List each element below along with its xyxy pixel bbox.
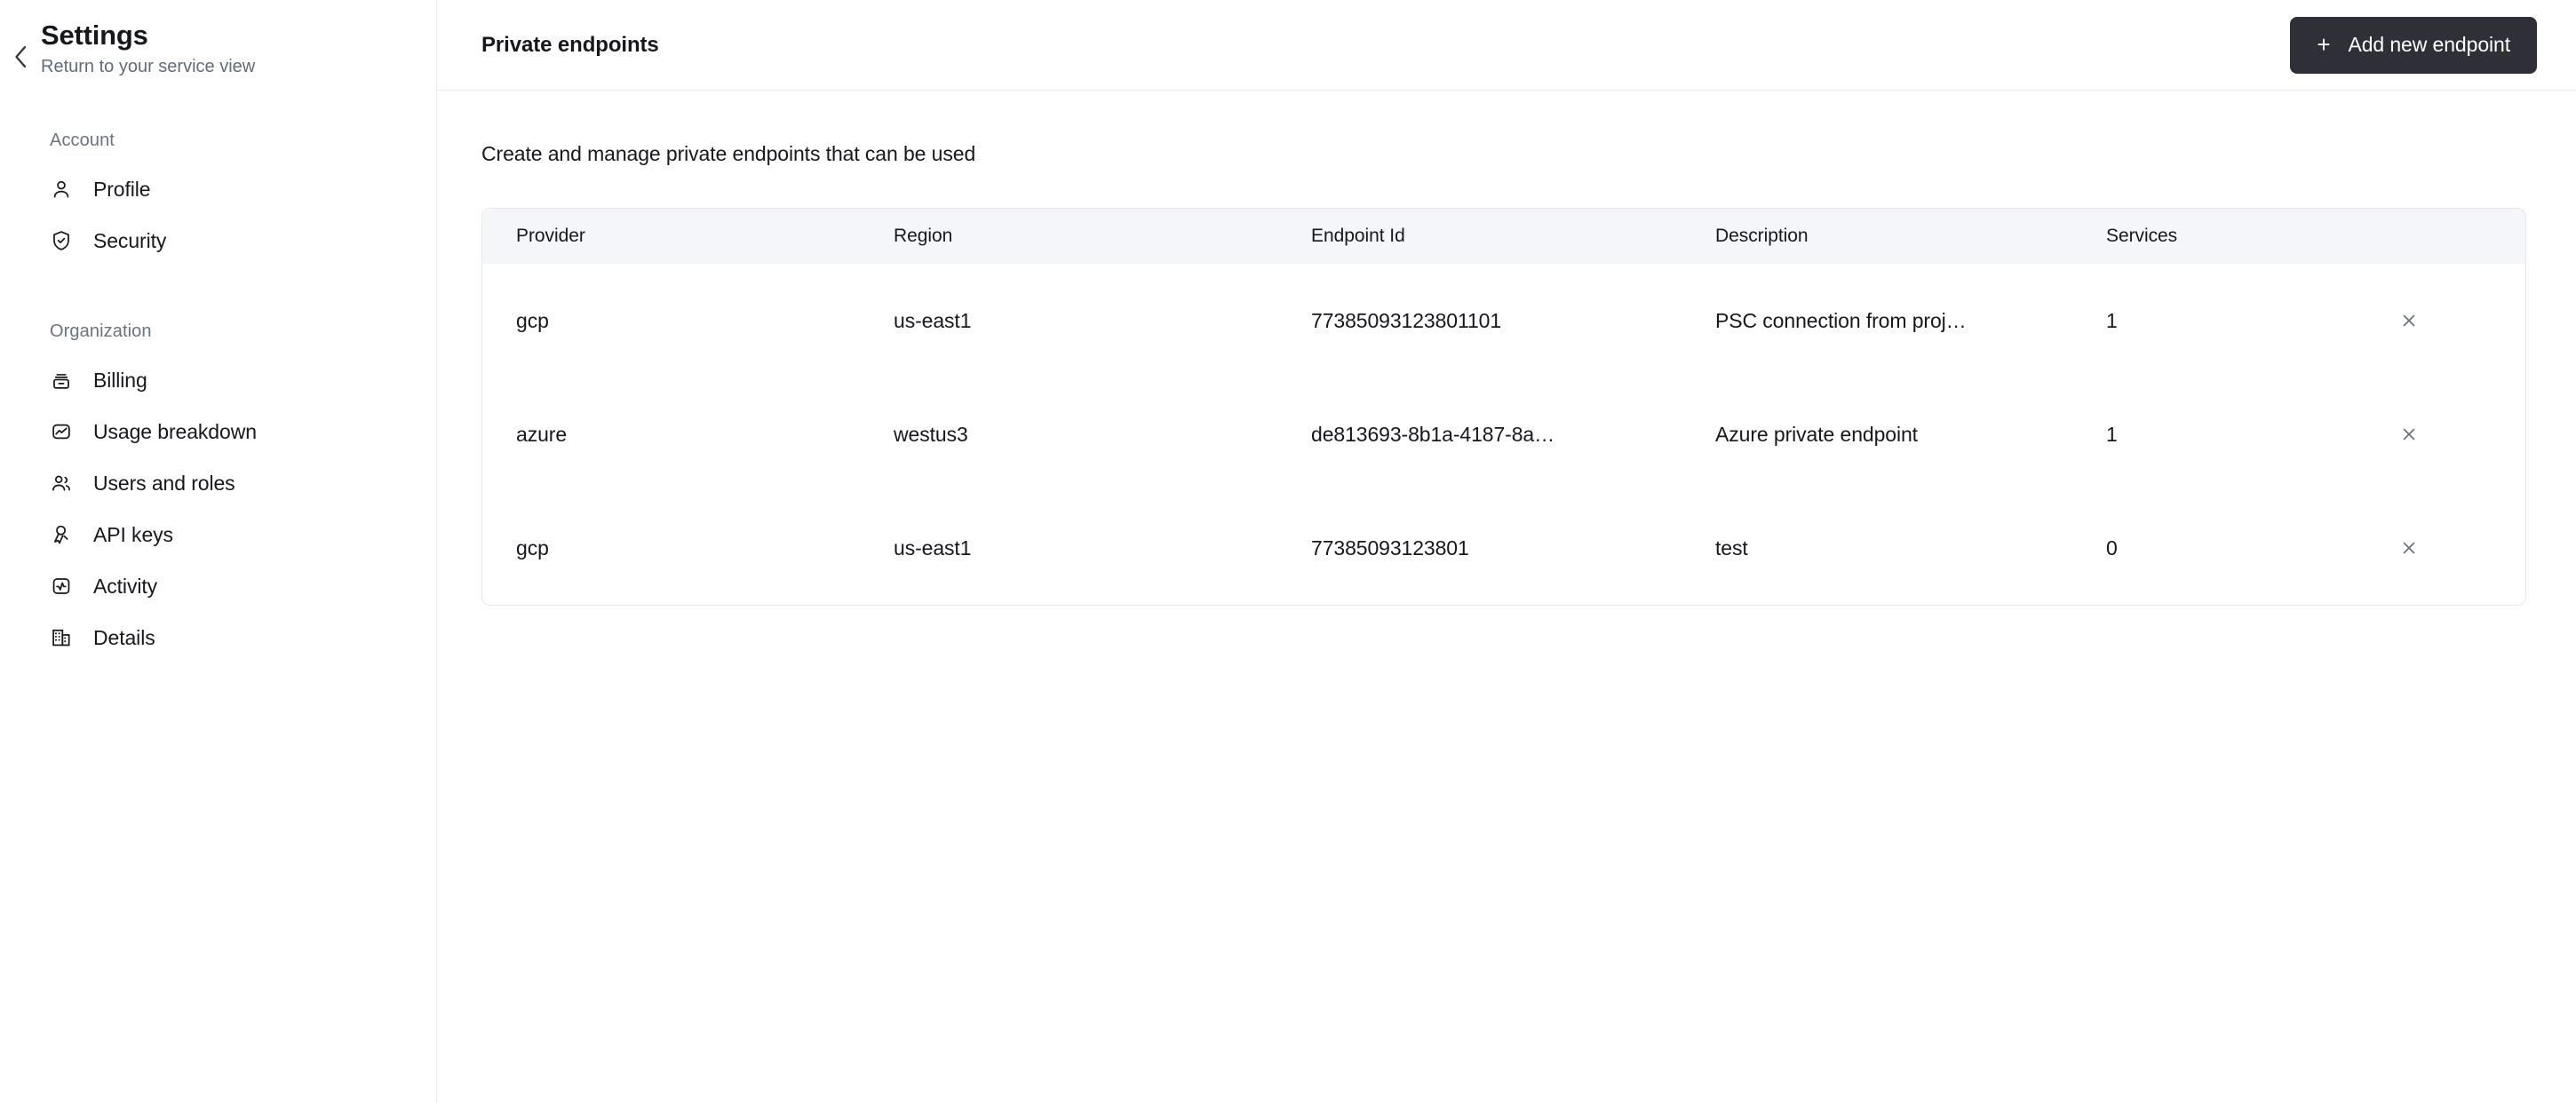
- cell-provider: gcp: [482, 491, 860, 605]
- column-header-actions: [2339, 209, 2525, 264]
- cell-actions: [2339, 491, 2525, 605]
- endpoints-panel: Create and manage private endpoints that…: [437, 91, 2576, 1103]
- activity-icon: [49, 574, 74, 599]
- sidebar-item-label: Profile: [93, 178, 151, 201]
- add-new-endpoint-label: Add new endpoint: [2348, 33, 2510, 56]
- users-icon: [49, 471, 74, 496]
- sidebar-item-label: Security: [93, 229, 167, 252]
- building-icon: [49, 625, 74, 650]
- sidebar-item-security[interactable]: Security: [0, 215, 436, 266]
- cell-services: 1: [2072, 264, 2339, 377]
- cell-description: Azure private endpoint: [1682, 377, 2072, 491]
- cell-endpoint-id: de813693-8b1a-4187-8a…: [1277, 377, 1682, 491]
- sidebar-item-label: Users and roles: [93, 472, 235, 495]
- close-icon: [2399, 311, 2419, 330]
- cell-provider: gcp: [482, 264, 860, 377]
- table-head: Provider Region Endpoint Id Description …: [482, 209, 2525, 264]
- table-header-row: Provider Region Endpoint Id Description …: [482, 209, 2525, 264]
- cell-services: 0: [2072, 491, 2339, 605]
- column-header-endpoint-id: Endpoint Id: [1311, 226, 1405, 246]
- sidebar-nav-account: Profile Security: [0, 163, 436, 266]
- table-row: azure westus3 de813693-8b1a-4187-8a… Azu…: [482, 377, 2525, 491]
- remove-endpoint-button[interactable]: [2389, 414, 2429, 455]
- sidebar-item-usage-breakdown[interactable]: Usage breakdown: [0, 406, 436, 457]
- sidebar-header: Settings Return to your service view: [0, 0, 436, 79]
- cell-description: test: [1682, 491, 2072, 605]
- billing-icon: [49, 368, 74, 393]
- cell-region: us-east1: [860, 264, 1277, 377]
- page-title: Private endpoints: [481, 32, 659, 57]
- sidebar-item-details[interactable]: Details: [0, 612, 436, 663]
- column-header-provider: Provider: [516, 226, 585, 246]
- sidebar-section-label-account: Account: [50, 131, 115, 150]
- sidebar-item-profile[interactable]: Profile: [0, 163, 436, 215]
- cell-region: us-east1: [860, 491, 1277, 605]
- sidebar-item-label: Activity: [93, 575, 158, 598]
- endpoints-table: Provider Region Endpoint Id Description …: [482, 209, 2525, 605]
- sidebar-item-activity[interactable]: Activity: [0, 560, 436, 612]
- chevron-left-icon[interactable]: [0, 16, 41, 71]
- cell-region: westus3: [860, 377, 1277, 491]
- column-header-region: Region: [894, 226, 953, 246]
- cell-services: 1: [2072, 377, 2339, 491]
- settings-page: Settings Return to your service view Acc…: [0, 0, 2576, 1103]
- table-body: gcp us-east1 77385093123801101 PSC conne…: [482, 264, 2525, 605]
- cell-endpoint-id: 77385093123801: [1277, 491, 1682, 605]
- shield-check-icon: [49, 228, 74, 253]
- sidebar-item-label: API keys: [93, 523, 173, 546]
- column-header-description: Description: [1715, 226, 1809, 246]
- main-content: Private endpoints + Add new endpoint Cre…: [437, 0, 2576, 1103]
- sidebar-item-label: Billing: [93, 369, 147, 392]
- add-new-endpoint-button[interactable]: + Add new endpoint: [2290, 16, 2537, 74]
- remove-endpoint-button[interactable]: [2389, 300, 2429, 341]
- content-header: Private endpoints + Add new endpoint: [437, 0, 2576, 91]
- sidebar-item-label: Details: [93, 626, 155, 649]
- usage-chart-icon: [49, 419, 74, 444]
- sidebar-item-billing[interactable]: Billing: [0, 354, 436, 406]
- cell-actions: [2339, 377, 2525, 491]
- page-title-settings: Settings: [41, 20, 148, 51]
- sidebar-section-label-organization: Organization: [50, 321, 152, 341]
- table-row: gcp us-east1 77385093123801101 PSC conne…: [482, 264, 2525, 377]
- column-header-services: Services: [2106, 226, 2178, 246]
- sidebar-item-label: Usage breakdown: [93, 420, 257, 443]
- sidebar: Settings Return to your service view Acc…: [0, 0, 437, 1103]
- table-row: gcp us-east1 77385093123801 test 0: [482, 491, 2525, 605]
- endpoints-table-card: Provider Region Endpoint Id Description …: [481, 208, 2526, 606]
- cell-provider: azure: [482, 377, 860, 491]
- cell-endpoint-id: 77385093123801101: [1277, 264, 1682, 377]
- return-to-service-link[interactable]: Return to your service view: [41, 54, 255, 79]
- cell-description: PSC connection from proj…: [1682, 264, 2072, 377]
- sidebar-nav-organization: Billing Usage breakdown Users and roles …: [0, 354, 436, 663]
- user-icon: [49, 177, 74, 202]
- close-icon: [2399, 538, 2419, 558]
- remove-endpoint-button[interactable]: [2389, 528, 2429, 568]
- close-icon: [2399, 425, 2419, 444]
- key-icon: [49, 522, 74, 547]
- plus-icon: +: [2317, 30, 2331, 58]
- sidebar-item-users-and-roles[interactable]: Users and roles: [0, 457, 436, 509]
- sidebar-item-api-keys[interactable]: API keys: [0, 509, 436, 560]
- cell-actions: [2339, 264, 2525, 377]
- panel-description: Create and manage private endpoints that…: [481, 142, 976, 165]
